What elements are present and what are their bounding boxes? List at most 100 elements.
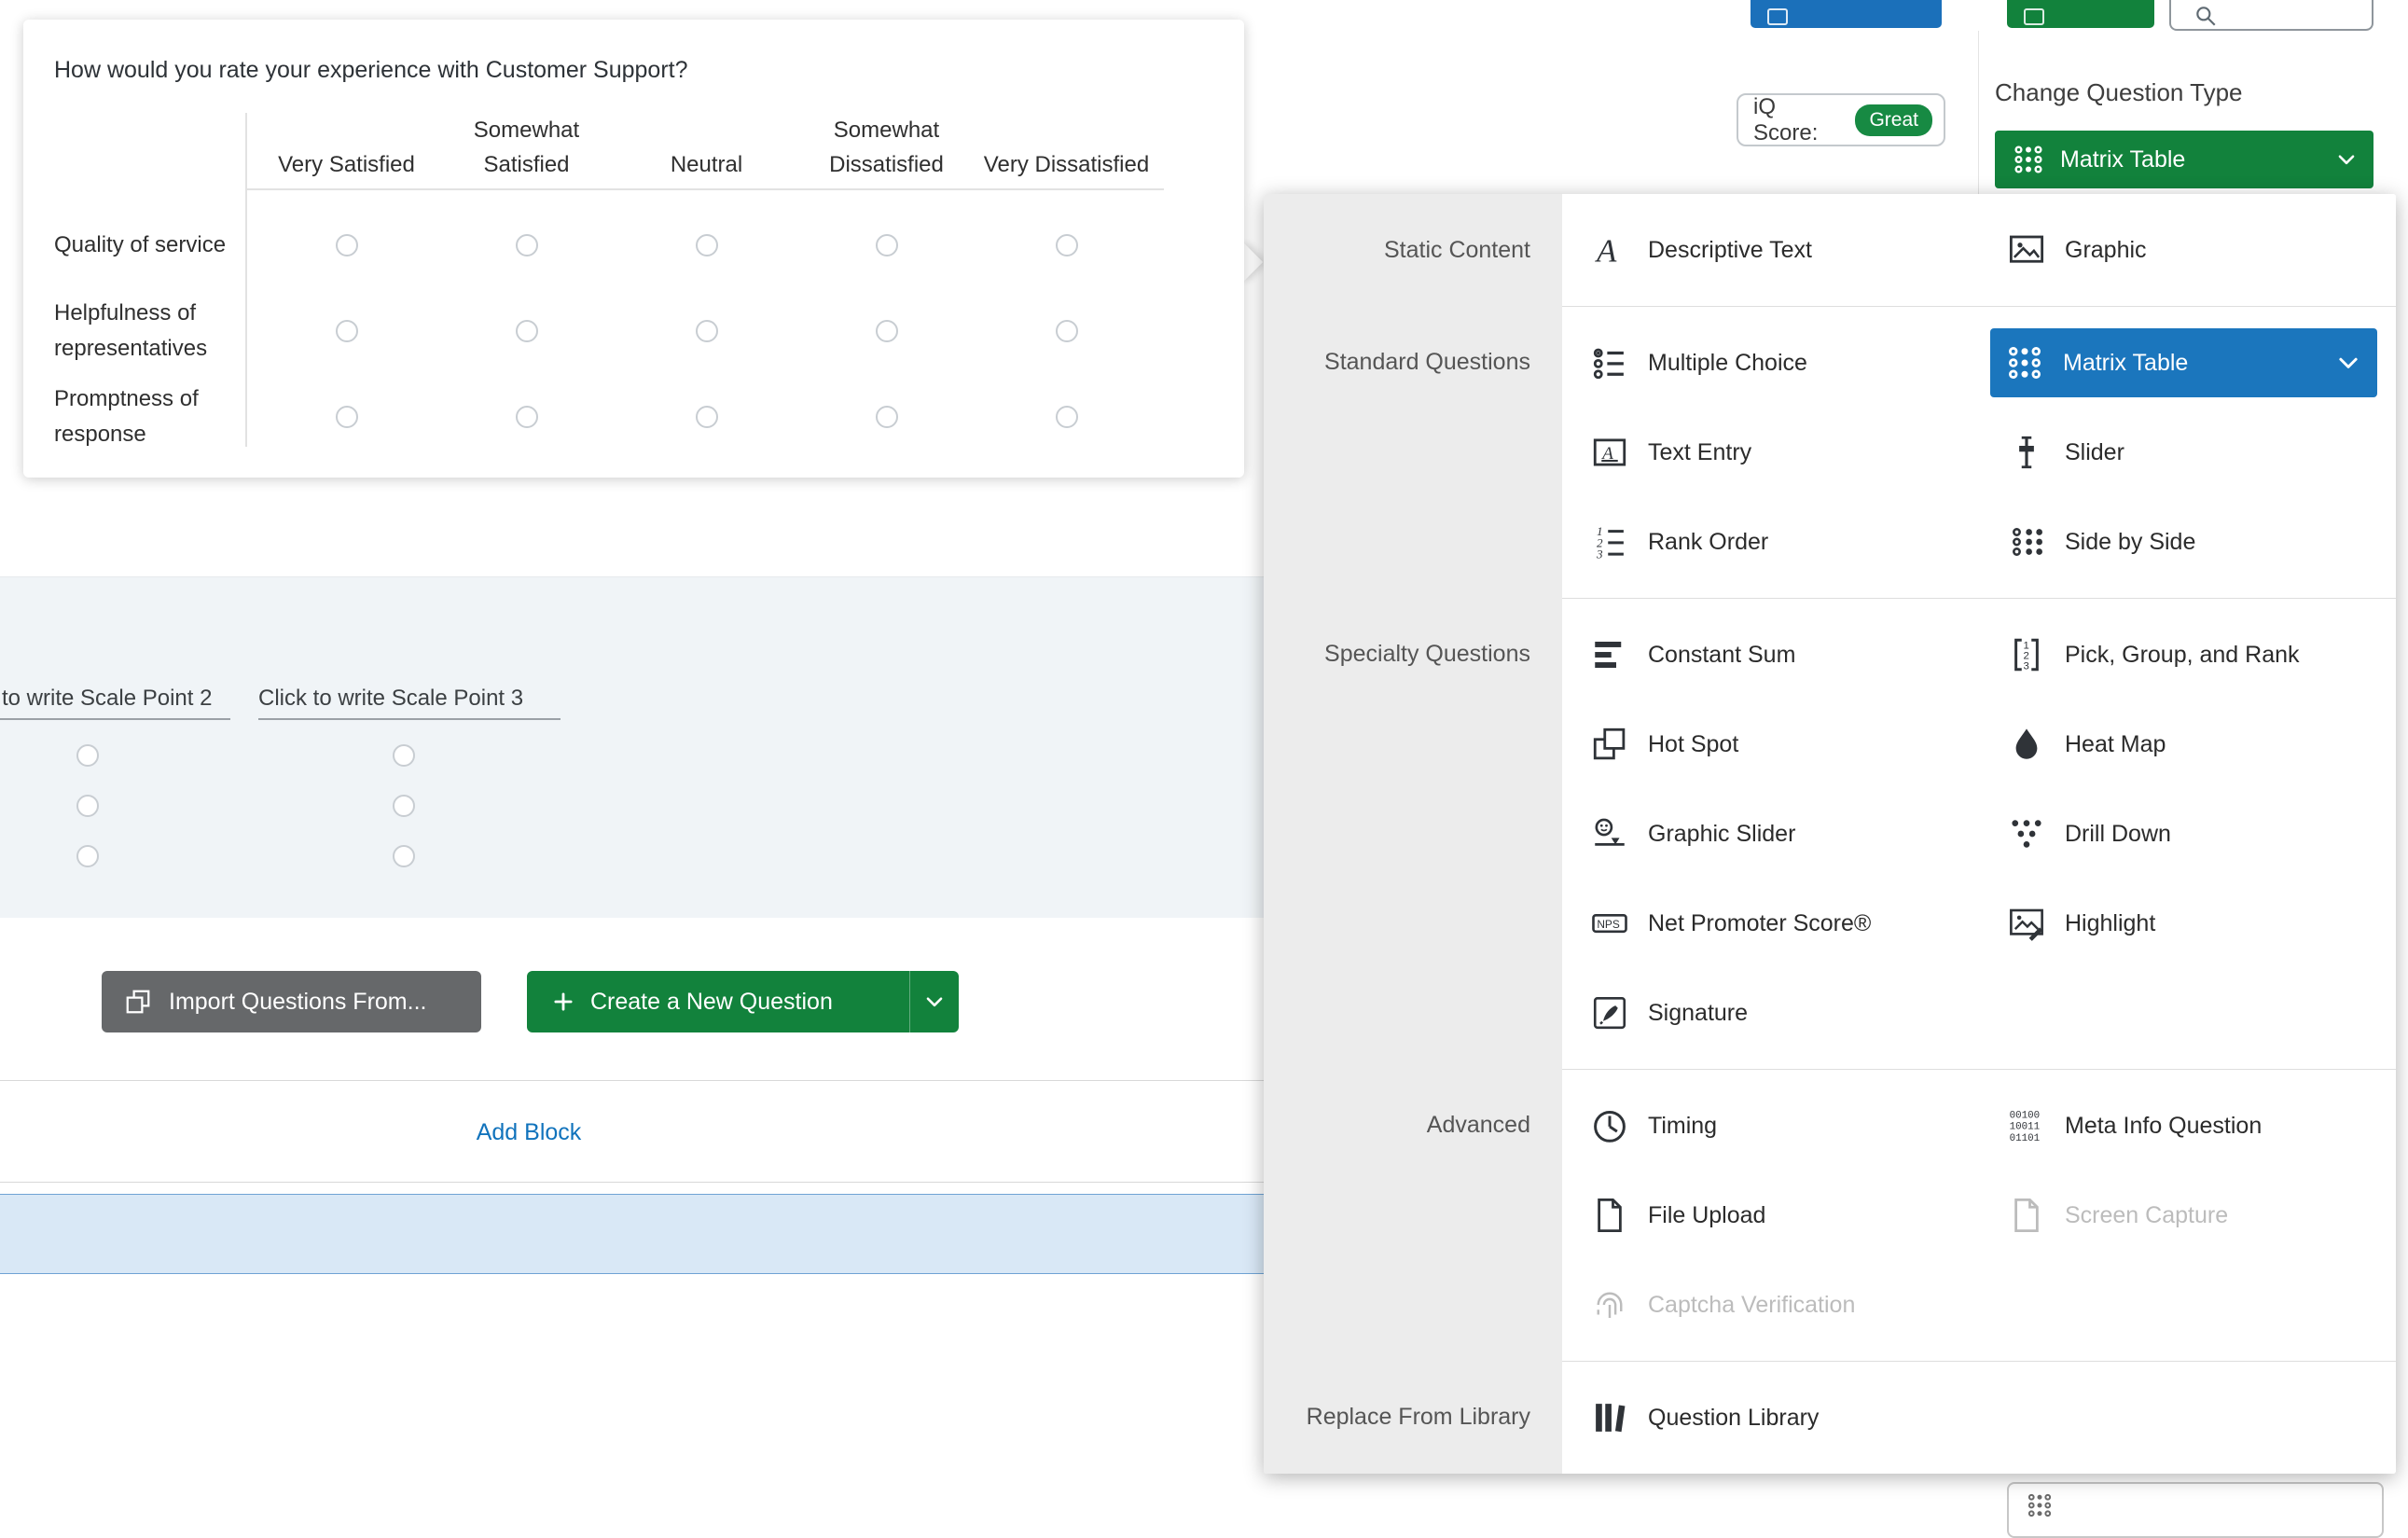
radio-button[interactable]	[516, 406, 538, 428]
menu-item-signature[interactable]: Signature	[1562, 968, 1979, 1058]
create-question-label: Create a New Question	[590, 989, 833, 1016]
insert-question-indicator[interactable]	[0, 1194, 1264, 1274]
radio-button[interactable]	[1056, 234, 1078, 256]
menu-item-drill-down[interactable]: Drill Down	[1979, 789, 2396, 879]
menu-item-heat-map[interactable]: Heat Map	[1979, 700, 2396, 789]
toolbar-search-button[interactable]	[2169, 0, 2373, 31]
svg-text:A: A	[1595, 232, 1617, 269]
menu-item-text-entry[interactable]: AText Entry	[1562, 408, 1979, 497]
menu-item-question-library[interactable]: Question Library	[1562, 1373, 1979, 1462]
radio-button[interactable]	[336, 234, 358, 256]
menu-item-label: Descriptive Text	[1648, 237, 1812, 264]
menu-category-standard-questions: Standard Questions	[1264, 306, 1562, 598]
radio-button[interactable]	[76, 795, 99, 817]
matrix-rows: Quality of serviceHelpfulness of represe…	[54, 202, 1156, 460]
menu-item-label: Rank Order	[1648, 529, 1768, 556]
radio-button[interactable]	[876, 320, 898, 342]
menu-section-static-content: Static ContentADescriptive TextGraphic	[1264, 194, 2396, 306]
create-question-split-button: Create a New Question	[527, 971, 959, 1032]
menu-item-timing[interactable]: Timing	[1562, 1081, 1979, 1171]
menu-item-constant-sum[interactable]: Constant Sum	[1562, 610, 1979, 700]
radio-button[interactable]	[393, 795, 415, 817]
toolbar-button-blue[interactable]	[1751, 0, 1942, 28]
matrix-row-label: Quality of service	[54, 228, 256, 263]
menu-section-specialty-questions: Specialty QuestionsConstant Sum123Pick, …	[1264, 598, 2396, 1069]
menu-item-pick-group-and-rank[interactable]: 123Pick, Group, and Rank	[1979, 610, 2396, 700]
drill-down-icon	[2007, 814, 2046, 853]
side-by-side-icon	[2007, 522, 2046, 561]
radio-button[interactable]	[1056, 406, 1078, 428]
chevron-down-icon	[2334, 349, 2362, 377]
scale-point-underline	[0, 718, 230, 720]
copy-icon	[124, 988, 152, 1016]
file-upload-icon	[1590, 1196, 1629, 1235]
radio-button[interactable]	[876, 234, 898, 256]
radio-button[interactable]	[516, 320, 538, 342]
menu-item-matrix-table[interactable]: Matrix Table	[1990, 328, 2377, 397]
nps-icon: NPS	[1590, 904, 1629, 943]
menu-item-file-upload[interactable]: File Upload	[1562, 1171, 1979, 1260]
menu-item-label: File Upload	[1648, 1202, 1765, 1229]
menu-item-label: Matrix Table	[2063, 350, 2188, 377]
menu-item-label: Highlight	[2065, 910, 2155, 937]
scale-point-header[interactable]: Click to write Scale Point 3	[258, 686, 523, 712]
menu-item-graphic-slider[interactable]: Graphic Slider	[1562, 789, 1979, 879]
captcha-icon	[1590, 1285, 1629, 1324]
radio-button[interactable]	[76, 744, 99, 767]
radio-button[interactable]	[696, 320, 718, 342]
menu-item-label: Pick, Group, and Rank	[2065, 642, 2300, 669]
menu-item-rank-order[interactable]: 123Rank Order	[1562, 497, 1979, 587]
iq-score-pill[interactable]: iQ Score: Great	[1737, 93, 1945, 146]
menu-item-multiple-choice[interactable]: Multiple Choice	[1562, 318, 1979, 408]
menu-item-slider[interactable]: Slider	[1979, 408, 2396, 497]
constant-sum-icon	[1590, 635, 1629, 674]
sidebar-bottom-button[interactable]	[2007, 1482, 2384, 1538]
menu-item-graphic[interactable]: Graphic	[1979, 205, 2396, 295]
menu-item-meta-info-question[interactable]: 001001001101101Meta Info Question	[1979, 1081, 2396, 1171]
iq-score-badge: Great	[1855, 104, 1932, 136]
radio-button[interactable]	[516, 234, 538, 256]
radio-button[interactable]	[393, 845, 415, 867]
survey-editor-screen: { "colors": { "brand_green": "#12823c", …	[0, 0, 2408, 1517]
menu-section-standard-questions: Standard QuestionsMultiple Choice Matrix …	[1264, 306, 2396, 598]
menu-item-label: Captcha Verification	[1648, 1292, 1855, 1319]
menu-item-label: Side by Side	[2065, 529, 2195, 556]
add-block-link[interactable]: Add Block	[477, 1119, 582, 1146]
descriptive-text-icon: A	[1590, 230, 1629, 270]
menu-category-replace-from-library: Replace From Library	[1264, 1361, 1562, 1474]
radio-button[interactable]	[1056, 320, 1078, 342]
radio-button[interactable]	[696, 234, 718, 256]
create-question-button[interactable]: Create a New Question	[527, 971, 909, 1032]
radio-button[interactable]	[76, 845, 99, 867]
menu-item-descriptive-text[interactable]: A Descriptive Text	[1562, 205, 1979, 295]
import-questions-label: Import Questions From...	[169, 989, 426, 1016]
menu-item-label: Graphic Slider	[1648, 821, 1795, 848]
question-type-dropdown-button[interactable]: Matrix Table	[1995, 131, 2373, 188]
radio-button[interactable]	[876, 406, 898, 428]
toolbar-button-green[interactable]	[2007, 0, 2154, 28]
matrix-column-headers: Very SatisfiedSomewhat SatisfiedNeutralS…	[256, 109, 1156, 186]
change-question-type-title: Change Question Type	[1995, 78, 2242, 107]
divider	[0, 1080, 1264, 1081]
create-question-dropdown[interactable]	[909, 971, 959, 1032]
radio-button[interactable]	[696, 406, 718, 428]
menu-item-net-promoter-score[interactable]: NPSNet Promoter Score®	[1562, 879, 1979, 968]
svg-text:3: 3	[2024, 660, 2029, 672]
matrix-table-icon	[2026, 1491, 2054, 1519]
iq-score-label: iQ Score:	[1753, 94, 1844, 146]
menu-item-side-by-side[interactable]: Side by Side	[1979, 497, 2396, 587]
radio-button[interactable]	[393, 744, 415, 767]
sidebar-divider	[1978, 31, 1979, 194]
change-question-type-menu: Static ContentADescriptive TextGraphicSt…	[1264, 194, 2396, 1474]
radio-button[interactable]	[336, 406, 358, 428]
menu-item-hot-spot[interactable]: Hot Spot	[1562, 700, 1979, 789]
svg-text:01101: 01101	[2010, 1133, 2041, 1144]
scale-point-header[interactable]: to write Scale Point 2	[2, 686, 212, 712]
import-questions-button[interactable]: Import Questions From...	[102, 971, 481, 1032]
matrix-column-header: Very Dissatisfied	[976, 109, 1156, 186]
matrix-column-header: Neutral	[616, 109, 796, 186]
radio-button[interactable]	[336, 320, 358, 342]
menu-item-highlight[interactable]: Highlight	[1979, 879, 2396, 968]
menu-category-advanced: Advanced	[1264, 1069, 1562, 1361]
chevron-down-icon	[922, 990, 947, 1014]
